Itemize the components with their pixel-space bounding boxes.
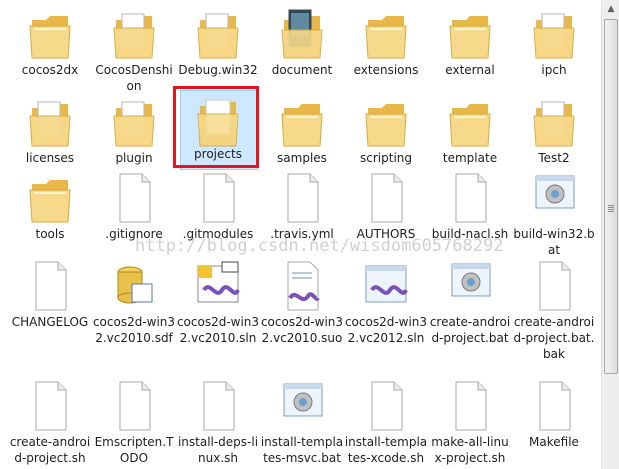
suo-icon <box>278 258 326 314</box>
file-icon <box>110 170 158 226</box>
folder-icon <box>446 6 494 62</box>
file-name-label: external <box>445 63 495 77</box>
file-name-label: Test2 <box>538 151 570 165</box>
file-name-label: Emscripten.TODO <box>94 435 174 465</box>
scroll-up-arrow-icon[interactable]: ▲ <box>602 0 619 18</box>
file-name-label: plugin <box>115 151 153 165</box>
file-icon <box>194 378 242 434</box>
folder-icon <box>110 94 158 150</box>
file-name-label: cocos2dx <box>21 63 79 77</box>
file-icon <box>26 258 74 314</box>
file-name-label: samples <box>277 151 327 165</box>
file-name-label: Makefile <box>529 435 579 449</box>
file-name-label: projects <box>194 147 242 161</box>
bat-icon <box>530 170 578 226</box>
file-icon <box>362 378 410 434</box>
file-name-label: CocosDenshion <box>95 63 173 93</box>
file-name-label: cocos2d-win32.vc2010.suo <box>260 315 344 345</box>
folder-icon <box>110 6 158 62</box>
scroll-thumb[interactable] <box>604 19 618 374</box>
folder-icon <box>26 94 74 150</box>
file-name-label: create-android-project.sh <box>9 435 91 465</box>
file-name-label: CHANGELOG <box>11 315 89 329</box>
file-name-label: create-android-project.bat <box>429 315 511 345</box>
folder-icon <box>530 94 578 150</box>
bat-icon <box>278 378 326 434</box>
file-name-label: template <box>442 151 498 165</box>
file-icon <box>194 170 242 226</box>
file-name-label: build-nacl.sh <box>431 227 509 241</box>
file-name-label: ipch <box>541 63 567 77</box>
file-name-label: licenses <box>25 151 75 165</box>
file-name-label: tools <box>35 227 65 241</box>
file-name-label: .travis.yml <box>270 227 334 241</box>
file-name-label: cocos2d-win32.vc2012.sln <box>344 315 428 345</box>
file-icon <box>530 258 578 314</box>
file-icon <box>362 170 410 226</box>
file-icon <box>26 378 74 434</box>
file-icon <box>278 170 326 226</box>
file-name-label: cocos2d-win32.vc2010.sdf <box>92 315 176 345</box>
file-name-label: make-all-linux-project.sh <box>431 435 509 465</box>
folder-icon <box>530 6 578 62</box>
file-name-label: extensions <box>353 63 419 77</box>
vertical-scrollbar[interactable]: ▲ <box>601 0 619 469</box>
file-name-label: Debug.win32 <box>178 63 258 77</box>
folder-icon <box>26 6 74 62</box>
folder-icon <box>26 170 74 226</box>
file-name-label: install-templates-msvc.bat <box>260 435 344 465</box>
bat-icon <box>446 258 494 314</box>
file-icon <box>110 378 158 434</box>
file-icon <box>530 378 578 434</box>
file-name-label: cocos2d-win32.vc2010.sln <box>176 315 260 345</box>
file-name-label: document <box>271 63 333 77</box>
scroll-grip-icon <box>608 205 614 213</box>
file-name-label: build-win32.bat <box>513 227 595 257</box>
file-name-label: AUTHORS <box>356 227 416 241</box>
file-name-label: create-android-project.bat.bak <box>513 315 595 361</box>
file-name-label: .gitignore <box>105 227 163 241</box>
sln10-icon <box>194 258 242 314</box>
folder-icon <box>194 6 242 62</box>
file-name-label: install-templates-xcode.sh <box>344 435 428 465</box>
folder-icon <box>194 94 242 150</box>
file-name-label: install-deps-linux.sh <box>177 435 259 465</box>
sln12-icon <box>362 258 410 314</box>
file-icon <box>446 378 494 434</box>
folder-icon <box>278 94 326 150</box>
file-icon <box>446 170 494 226</box>
folder-icon <box>362 6 410 62</box>
file-name-label: .gitmodules <box>182 227 254 241</box>
file-name-label: scripting <box>360 151 412 165</box>
folder-icon <box>278 6 326 62</box>
file-list-view[interactable]: cocos2dx CocosDenshion Debug.win32 docum… <box>0 0 601 469</box>
folder-icon <box>362 94 410 150</box>
folder-icon <box>446 94 494 150</box>
sdf-icon <box>110 258 158 314</box>
